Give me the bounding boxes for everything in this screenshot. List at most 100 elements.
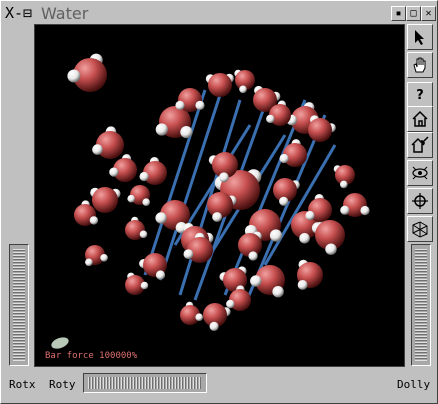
hydrogen-atom xyxy=(92,144,103,155)
hydrogen-atom xyxy=(195,313,203,322)
water-molecule xyxy=(127,185,150,206)
water-molecule xyxy=(139,253,167,280)
home-button[interactable] xyxy=(407,106,433,132)
hand-icon xyxy=(413,57,426,73)
water-molecule xyxy=(67,53,107,92)
set-home-button[interactable] xyxy=(407,132,433,158)
hydrogen-atom xyxy=(89,216,99,225)
hydrogen-atom xyxy=(85,258,93,267)
hydrogen-atom xyxy=(155,270,166,280)
perspective-button[interactable] xyxy=(407,216,433,242)
water-molecule xyxy=(297,259,323,290)
hydrogen-atom xyxy=(226,299,235,309)
rotx-thumbwheel[interactable] xyxy=(9,244,29,366)
left-panel xyxy=(3,24,33,366)
hydrogen-atom xyxy=(195,100,205,110)
right-toolbar: ? xyxy=(405,24,435,366)
water-molecule xyxy=(139,157,167,185)
oxygen-atom xyxy=(269,104,291,126)
roty-label: Roty xyxy=(49,378,76,391)
perspective-icon xyxy=(412,221,428,238)
3d-viewport[interactable]: Bar force 100000% xyxy=(34,24,405,367)
oxygen-atom xyxy=(96,131,124,159)
water-molecule xyxy=(308,115,336,142)
seek-icon xyxy=(412,193,428,209)
hydrogen-atom xyxy=(297,280,308,290)
hydrogen-atom xyxy=(155,212,167,224)
hydrogen-atom xyxy=(142,198,150,206)
help-button[interactable]: ? xyxy=(407,82,433,108)
hydrogen-atom xyxy=(212,212,223,222)
water-molecule xyxy=(90,187,121,213)
view-all-button[interactable] xyxy=(407,160,433,186)
roty-thumbwheel[interactable] xyxy=(83,373,207,393)
hydrogen-atom xyxy=(360,205,370,216)
close-button[interactable]: ✕ xyxy=(421,6,436,21)
hydrogen-atom xyxy=(175,100,185,110)
cursor-glyph xyxy=(51,337,69,349)
hydrogen-atom xyxy=(266,114,275,124)
hydrogen-atom xyxy=(269,229,283,242)
minimize-button[interactable]: ▪ xyxy=(391,6,406,21)
hydrogen-atom xyxy=(340,205,350,215)
hydrogen-atom xyxy=(325,243,337,255)
oxygen-atom xyxy=(92,187,118,213)
water-molecule xyxy=(234,69,255,94)
oxygen-atom xyxy=(208,73,232,97)
hydrogen-atom xyxy=(279,153,289,164)
hydrogen-atom xyxy=(248,251,258,261)
help-icon: ? xyxy=(416,87,424,103)
molecule-scene xyxy=(51,53,370,349)
water-molecule xyxy=(340,193,370,217)
hydrogen-atom xyxy=(155,123,168,136)
home-icon xyxy=(412,110,428,127)
hydrogen-atom xyxy=(219,172,229,183)
hydrogen-atom xyxy=(239,85,247,94)
window-title: Water xyxy=(41,4,89,23)
water-molecule xyxy=(205,73,234,97)
pick-arrow-icon xyxy=(415,30,424,45)
hydrogen-atom xyxy=(127,194,135,203)
seek-button[interactable] xyxy=(407,188,433,214)
title-bar[interactable]: X-⊟ Water ▪ □ ✕ xyxy=(3,3,436,23)
water-molecule xyxy=(125,272,149,295)
water-molecule xyxy=(203,303,231,331)
hydrogen-atom xyxy=(139,230,148,239)
rotx-label: Rotx xyxy=(9,378,36,391)
window-menu-icon[interactable]: X-⊟ xyxy=(5,4,32,22)
hydrogen-atom xyxy=(279,196,289,206)
hydrogen-atom xyxy=(180,126,193,139)
view-button[interactable] xyxy=(407,52,433,78)
dolly-label: Dolly xyxy=(397,378,431,391)
maximize-button[interactable]: □ xyxy=(406,6,421,21)
hydrogen-atom xyxy=(209,321,219,331)
hydrogen-atom xyxy=(67,69,81,83)
hydrogen-atom xyxy=(340,180,348,189)
water-molecule xyxy=(175,88,205,112)
water-molecule xyxy=(305,194,332,222)
pick-button[interactable] xyxy=(407,24,433,50)
water-molecule xyxy=(180,301,203,325)
hydrogen-atom xyxy=(272,286,284,298)
water-molecule xyxy=(333,165,355,189)
hydrogen-atom xyxy=(139,171,149,182)
dolly-thumbwheel[interactable] xyxy=(411,244,431,366)
hydrogen-atom xyxy=(140,281,149,290)
hydrogen-atom xyxy=(183,249,194,259)
water-molecule xyxy=(250,265,285,298)
water-molecule xyxy=(125,216,148,240)
water-molecule xyxy=(279,139,307,167)
water-molecule xyxy=(273,178,300,206)
hydrogen-atom xyxy=(305,210,315,221)
water-molecule xyxy=(85,245,108,267)
water-molecule xyxy=(311,220,345,255)
bottom-bar: Rotx Roty Dolly xyxy=(3,369,435,399)
set-home-icon xyxy=(411,136,429,153)
view-all-icon xyxy=(412,166,428,180)
hydrogen-atom xyxy=(109,167,119,177)
oxygen-atom xyxy=(308,118,332,142)
viewer-window: X-⊟ Water ▪ □ ✕ Bar force 100000% ? Rotx… xyxy=(0,0,438,404)
oxygen-atom xyxy=(229,289,251,311)
hydrogen-atom xyxy=(299,233,310,244)
water-molecule xyxy=(92,126,124,159)
